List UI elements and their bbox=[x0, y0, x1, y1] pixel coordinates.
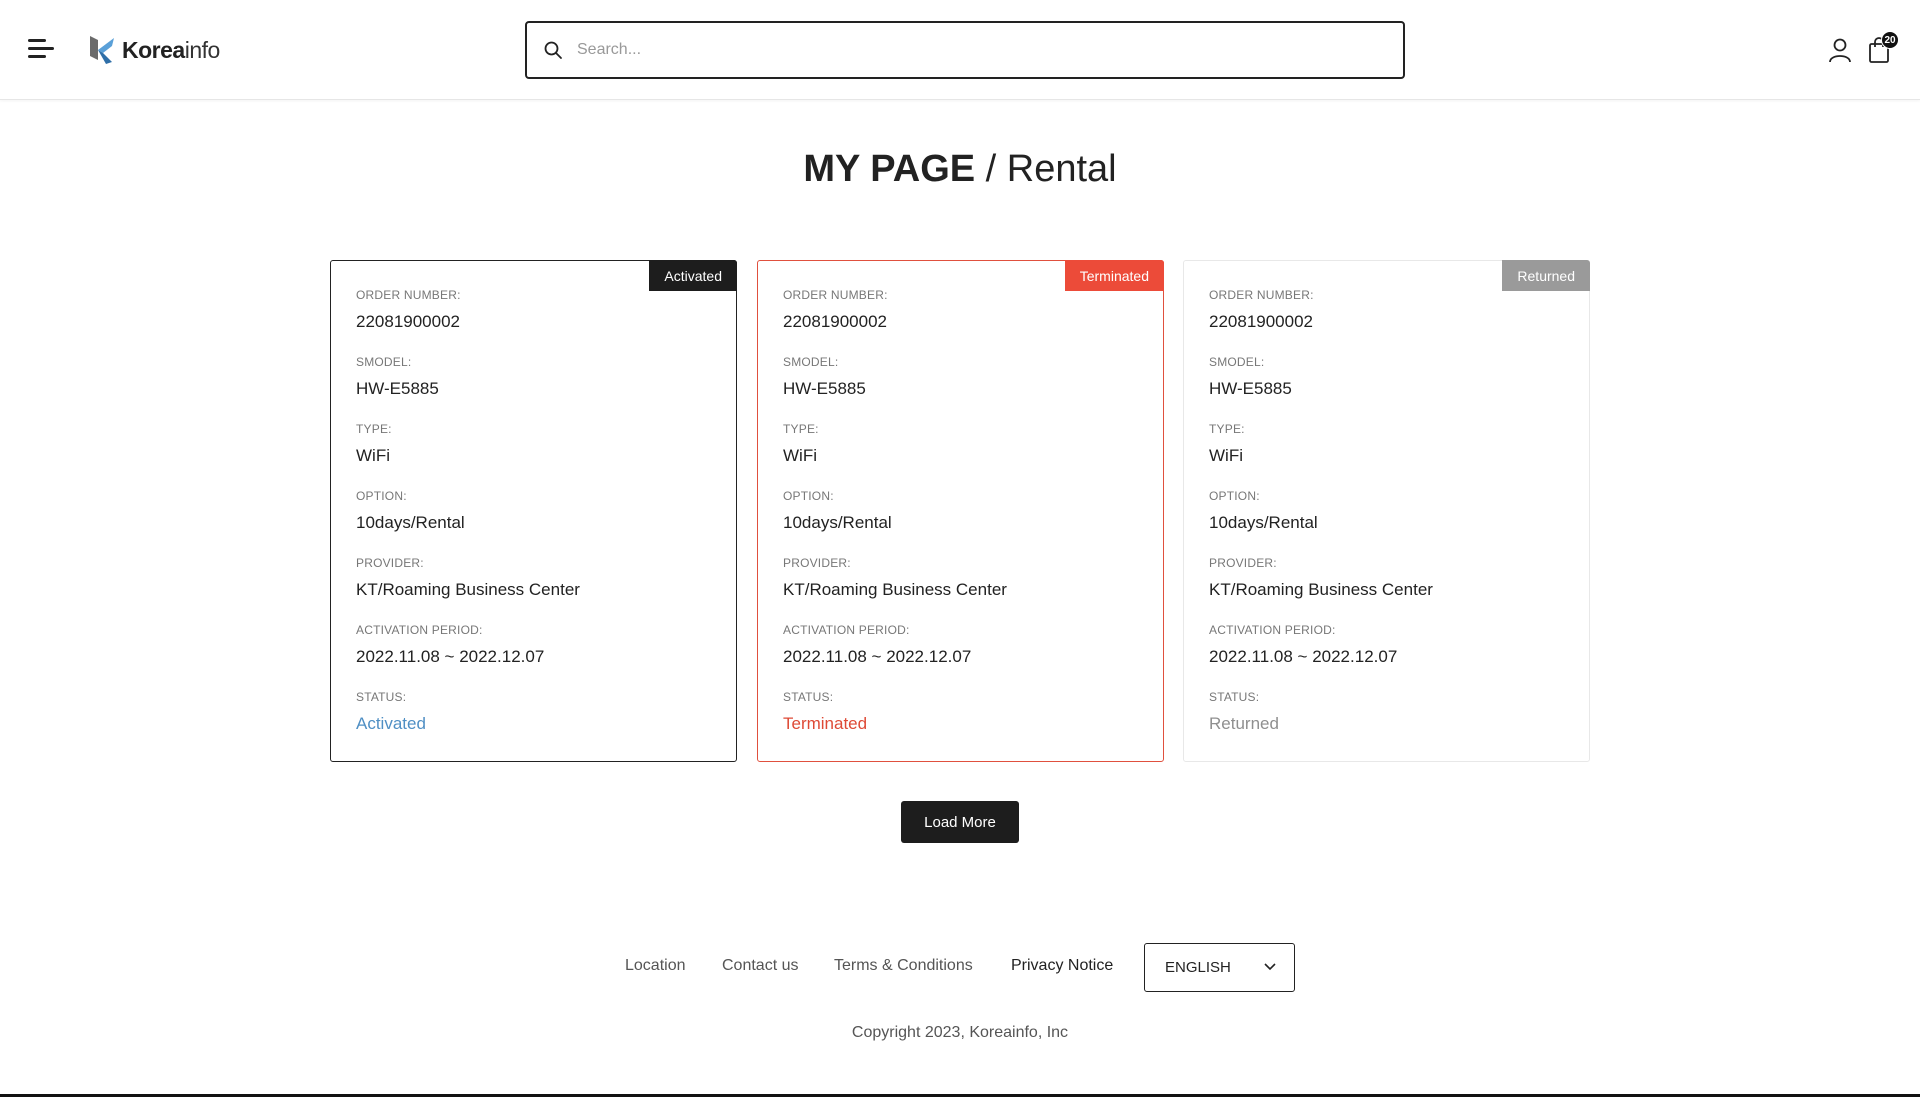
search-input[interactable] bbox=[577, 41, 1377, 59]
smodel-field: SMODEL: HW-E5885 bbox=[356, 355, 439, 398]
provider-field: PROVIDER: KT/Roaming Business Center bbox=[783, 556, 1007, 599]
type-field: TYPE: WiFi bbox=[356, 422, 392, 465]
status-badge: Activated bbox=[649, 260, 737, 291]
status-field: STATUS: Activated bbox=[356, 690, 426, 733]
site-header: Koreainfo 20 bbox=[0, 0, 1920, 100]
rental-card-list: Activated ORDER NUMBER: 22081900002 SMODE… bbox=[330, 260, 1590, 762]
option-field: OPTION: 10days/Rental bbox=[1209, 489, 1318, 532]
brand-name: Koreainfo bbox=[122, 36, 220, 63]
smodel-field: SMODEL: HW-E5885 bbox=[783, 355, 866, 398]
provider-field: PROVIDER: KT/Roaming Business Center bbox=[356, 556, 580, 599]
order-number-field: ORDER NUMBER: 22081900002 bbox=[783, 288, 888, 331]
user-account-icon[interactable] bbox=[1828, 37, 1852, 63]
status-value: Returned bbox=[1209, 714, 1279, 733]
option-field: OPTION: 10days/Rental bbox=[783, 489, 892, 532]
footer-link-terms[interactable]: Terms & Conditions bbox=[834, 957, 973, 975]
rental-card: Terminated ORDER NUMBER: 22081900002 SMOD… bbox=[757, 260, 1164, 762]
footer-link-location[interactable]: Location bbox=[625, 957, 686, 975]
type-field: TYPE: WiFi bbox=[783, 422, 819, 465]
order-number-field: ORDER NUMBER: 22081900002 bbox=[356, 288, 461, 331]
page-title: MY PAGE / Rental bbox=[803, 148, 1117, 190]
option-field: OPTION: 10days/Rental bbox=[356, 489, 465, 532]
status-value: Terminated bbox=[783, 714, 868, 733]
footer-links: Location Contact us Terms & Conditions P… bbox=[0, 957, 1920, 981]
order-number-field: ORDER NUMBER: 22081900002 bbox=[1209, 288, 1314, 331]
search-icon bbox=[544, 41, 562, 59]
rental-card: Returned ORDER NUMBER: 22081900002 SMODEL… bbox=[1183, 260, 1590, 762]
footer-link-privacy[interactable]: Privacy Notice bbox=[1011, 957, 1113, 975]
status-field: STATUS: Terminated bbox=[783, 690, 868, 733]
activation-period-field: ACTIVATION PERIOD: 2022.11.08 ~ 2022.12.0… bbox=[1209, 623, 1398, 666]
load-more-button[interactable]: Load More bbox=[901, 801, 1019, 843]
status-badge: Terminated bbox=[1064, 260, 1164, 291]
hamburger-menu-icon[interactable] bbox=[28, 36, 58, 62]
cart-count-badge: 20 bbox=[1881, 31, 1899, 49]
language-select-value: ENGLISH bbox=[1165, 959, 1231, 976]
language-select[interactable]: ENGLISH bbox=[1144, 943, 1295, 992]
copyright-text: Copyright 2023, Koreainfo, Inc bbox=[851, 1024, 1069, 1041]
provider-field: PROVIDER: KT/Roaming Business Center bbox=[1209, 556, 1433, 599]
status-badge: Returned bbox=[1502, 260, 1590, 291]
chevron-down-icon bbox=[1264, 963, 1276, 971]
type-field: TYPE: WiFi bbox=[1209, 422, 1245, 465]
activation-period-field: ACTIVATION PERIOD: 2022.11.08 ~ 2022.12.0… bbox=[783, 623, 972, 666]
smodel-field: SMODEL: HW-E5885 bbox=[1209, 355, 1292, 398]
footer-link-contact[interactable]: Contact us bbox=[722, 957, 798, 975]
status-value: Activated bbox=[356, 714, 426, 733]
activation-period-field: ACTIVATION PERIOD: 2022.11.08 ~ 2022.12.0… bbox=[356, 623, 545, 666]
brand-logo[interactable]: Koreainfo bbox=[88, 32, 220, 68]
rental-card: Activated ORDER NUMBER: 22081900002 SMODE… bbox=[330, 260, 737, 762]
logo-mark-icon bbox=[90, 36, 114, 64]
search-bar[interactable] bbox=[525, 21, 1405, 79]
status-field: STATUS: Returned bbox=[1209, 690, 1279, 733]
